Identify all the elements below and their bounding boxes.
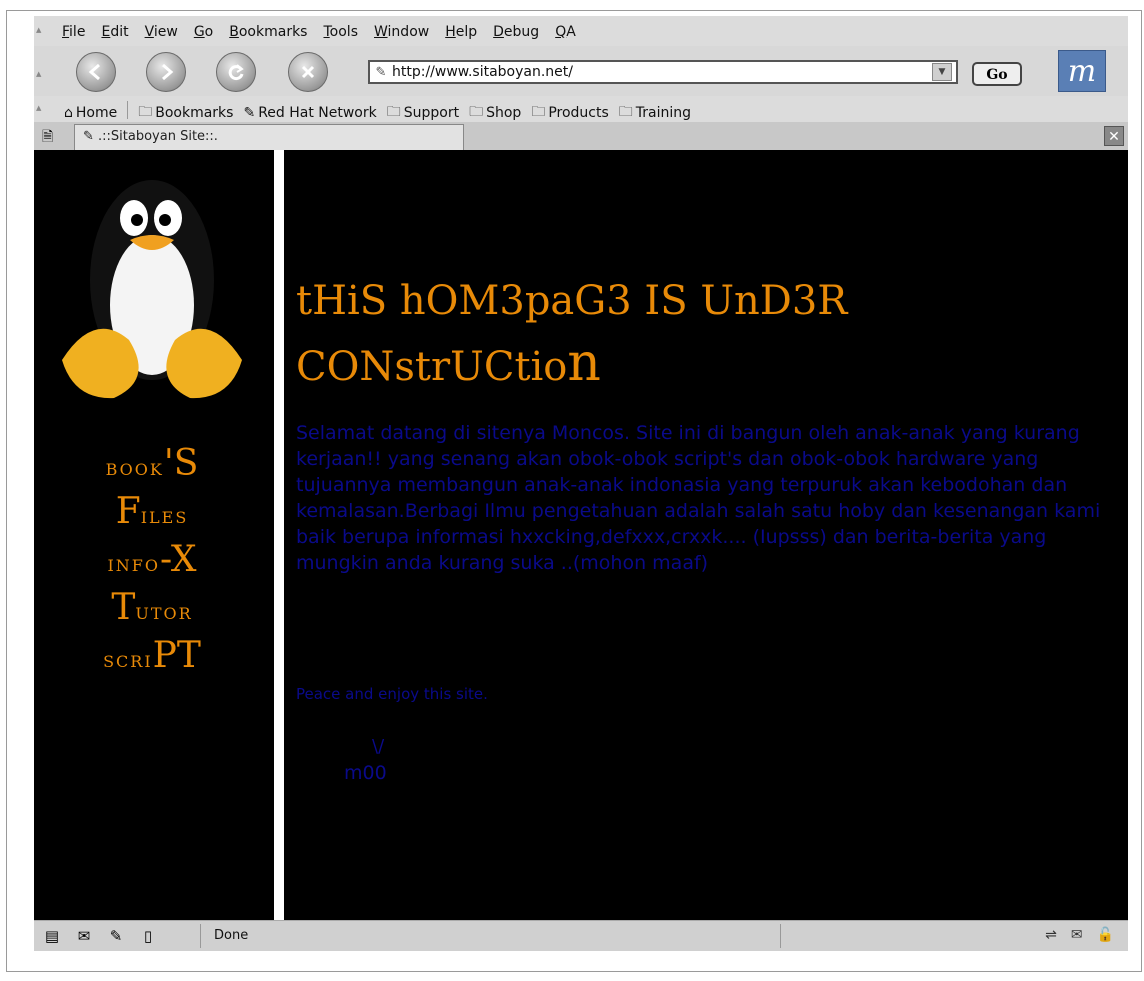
support-label: Support bbox=[403, 105, 460, 121]
stop-button[interactable] bbox=[288, 52, 328, 92]
menu-items: File Edit View Go Bookmarks Tools Window… bbox=[62, 24, 576, 40]
products-label: Products bbox=[548, 105, 609, 121]
page-proxy-icon: ✎ bbox=[375, 64, 387, 80]
personal-toolbar: ▲ ⌂ Home 🗀 Bookmarks ✎ Red Hat Network 🗀 Sup… bbox=[34, 96, 1128, 122]
reload-icon bbox=[228, 64, 244, 81]
url-text[interactable]: http://www.sitaboyan.net/ bbox=[392, 64, 932, 80]
navigator-icon[interactable]: ▤ bbox=[42, 927, 62, 945]
nav-files-small: ILES bbox=[140, 508, 189, 527]
close-tab-icon[interactable]: ✕ bbox=[1104, 126, 1124, 146]
navigation-toolbar: ▲ ✎ http://www.sitaboyan.net/ ▼ Go m bbox=[34, 46, 1128, 96]
welcome-text: Selamat datang di sitenya Moncos. Site i… bbox=[296, 422, 1101, 574]
menu-file[interactable]: File bbox=[62, 24, 85, 40]
url-dropdown-icon[interactable]: ▼ bbox=[932, 63, 952, 81]
back-button[interactable] bbox=[76, 52, 116, 92]
status-divider bbox=[780, 924, 781, 948]
page-icon: ✎ bbox=[83, 129, 99, 144]
content-divider bbox=[274, 150, 284, 920]
home-label: Home bbox=[75, 105, 118, 121]
signature-line-2: m00 bbox=[344, 762, 387, 784]
composer-icon[interactable]: ✎ bbox=[106, 927, 126, 945]
nav-info-big: -X bbox=[160, 539, 197, 580]
nav-tutor-big: T bbox=[111, 587, 136, 628]
toolbar-grip-icon[interactable]: ▲ bbox=[36, 70, 44, 78]
status-divider bbox=[200, 924, 201, 948]
new-tab-icon[interactable]: 🗎 bbox=[42, 126, 62, 146]
bookmark-pen-icon: ✎ bbox=[243, 105, 256, 121]
peace-text: Peace and enjoy this site. bbox=[296, 685, 488, 703]
shop-label: Shop bbox=[486, 105, 522, 121]
security-lock-icon[interactable]: 🔓 bbox=[1097, 927, 1114, 943]
page-headline: tHiS hOM3paG3 IS UnD3R CONstrUCtion bbox=[296, 270, 847, 398]
menu-window[interactable]: Window bbox=[374, 24, 429, 40]
nav-script-small: SCRI bbox=[103, 652, 153, 671]
nav-script-big: PT bbox=[152, 635, 201, 676]
nav-tutor-link[interactable]: TUTOR bbox=[34, 584, 270, 632]
main-content: tHiS hOM3paG3 IS UnD3R CONstrUCtion Sela… bbox=[296, 150, 1116, 920]
bookmarks-label: Bookmarks bbox=[155, 105, 234, 121]
nav-books-link[interactable]: BOOK'S bbox=[34, 440, 270, 488]
headline-line-1: tHiS hOM3paG3 IS UnD3R bbox=[296, 278, 848, 324]
online-status-icon[interactable]: ⇌ bbox=[1045, 927, 1057, 943]
status-text: Done bbox=[214, 928, 249, 943]
home-icon: ⌂ bbox=[64, 105, 73, 121]
stop-icon bbox=[301, 65, 315, 79]
popup-manager-icon[interactable]: ✉ bbox=[1071, 927, 1083, 943]
toolbar-divider bbox=[127, 101, 129, 119]
nav-files-big: F bbox=[115, 491, 141, 532]
menu-tools[interactable]: Tools bbox=[323, 24, 358, 40]
mail-icon[interactable]: ✉ bbox=[74, 927, 94, 945]
menu-view[interactable]: View bbox=[145, 24, 178, 40]
headline-last-letter: n bbox=[567, 333, 601, 393]
menu-bookmarks[interactable]: Bookmarks bbox=[229, 24, 307, 40]
tab-title: .::Sitaboyan Site::. bbox=[98, 129, 218, 144]
mozilla-logo-icon[interactable]: m bbox=[1058, 50, 1106, 92]
component-bar: ▤ ✉ ✎ ▯ bbox=[42, 927, 158, 945]
menu-bar: ▲ File Edit View Go Bookmarks Tools Wind… bbox=[34, 16, 1128, 46]
forward-arrow-icon bbox=[162, 63, 174, 81]
toolbar-grip-icon[interactable]: ▲ bbox=[36, 26, 44, 34]
headline-line-2-text: CONstrUCtio bbox=[296, 344, 568, 390]
nav-info-small: INFO bbox=[107, 556, 161, 575]
headline-line-2: CONstrUCtion bbox=[296, 332, 847, 398]
address-book-icon[interactable]: ▯ bbox=[138, 927, 158, 945]
signature-line-1: \/ bbox=[372, 736, 385, 757]
tab-bar: 🗎 ✎ .::Sitaboyan Site::. ✕ bbox=[34, 122, 1128, 151]
left-sidebar: BOOK'S FILES INFO-X TUTOR SCRIPT bbox=[34, 150, 270, 920]
nav-script-link[interactable]: SCRIPT bbox=[34, 632, 270, 680]
training-label: Training bbox=[635, 105, 692, 121]
menu-qa[interactable]: QA bbox=[555, 24, 576, 40]
browser-window: ▲ File Edit View Go Bookmarks Tools Wind… bbox=[34, 16, 1128, 951]
web-page: BOOK'S FILES INFO-X TUTOR SCRIPT tHiS hO… bbox=[34, 150, 1128, 920]
red-hat-network-label: Red Hat Network bbox=[258, 105, 377, 121]
url-bar[interactable]: ✎ http://www.sitaboyan.net/ ▼ bbox=[368, 60, 958, 84]
back-arrow-icon bbox=[88, 63, 100, 81]
tux-penguin-image bbox=[62, 180, 242, 399]
status-bar: ▤ ✉ ✎ ▯ Done ⇌ ✉ 🔓 bbox=[34, 920, 1128, 951]
sidebar-nav: BOOK'S FILES INFO-X TUTOR SCRIPT bbox=[34, 440, 270, 680]
go-button[interactable]: Go bbox=[972, 62, 1022, 86]
menu-edit[interactable]: Edit bbox=[101, 24, 128, 40]
nav-info-link[interactable]: INFO-X bbox=[34, 536, 270, 584]
menu-debug[interactable]: Debug bbox=[493, 24, 539, 40]
nav-books-big: 'S bbox=[163, 443, 199, 484]
reload-button[interactable] bbox=[216, 52, 256, 92]
nav-tutor-small: UTOR bbox=[135, 604, 193, 623]
status-icons: ⇌ ✉ 🔓 bbox=[1045, 927, 1114, 943]
tab-sitaboyan[interactable]: ✎ .::Sitaboyan Site::. bbox=[74, 124, 464, 150]
nav-books-small: BOOK bbox=[105, 460, 164, 479]
nav-files-link[interactable]: FILES bbox=[34, 488, 270, 536]
menu-help[interactable]: Help bbox=[445, 24, 477, 40]
toolbar-grip-icon[interactable]: ▲ bbox=[36, 104, 44, 112]
forward-button[interactable] bbox=[146, 52, 186, 92]
menu-go[interactable]: Go bbox=[194, 24, 213, 40]
